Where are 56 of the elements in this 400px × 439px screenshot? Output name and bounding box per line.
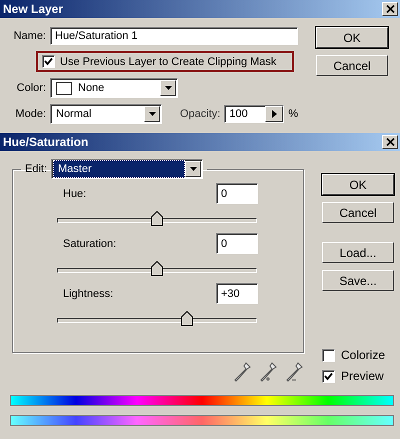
close-button[interactable] bbox=[382, 2, 398, 16]
checkbox[interactable] bbox=[42, 55, 55, 68]
slider[interactable] bbox=[57, 211, 257, 226]
ok-button[interactable]: OK bbox=[322, 174, 394, 195]
window-title: Hue/Saturation bbox=[3, 135, 90, 149]
close-icon bbox=[386, 5, 394, 13]
slider[interactable] bbox=[57, 261, 257, 276]
slider-label: Saturation: bbox=[63, 238, 116, 250]
checkbox[interactable] bbox=[322, 348, 335, 362]
eyedropper-icon[interactable] bbox=[234, 361, 252, 383]
slider-thumb[interactable] bbox=[181, 311, 193, 326]
mode-label: Mode: bbox=[14, 108, 46, 120]
color-dropdown[interactable]: None bbox=[50, 78, 178, 98]
slider-thumb[interactable] bbox=[151, 211, 163, 226]
check-icon bbox=[44, 57, 53, 66]
checkbox-label: Use Previous Layer to Create Clipping Mask bbox=[60, 56, 276, 68]
percent-label: % bbox=[288, 108, 298, 120]
checkbox-label: Preview bbox=[341, 369, 384, 383]
right-arrow-icon bbox=[272, 110, 277, 118]
cancel-button[interactable]: Cancel bbox=[322, 202, 394, 223]
clipping-mask-checkbox[interactable]: Use Previous Layer to Create Clipping Mask bbox=[36, 51, 294, 72]
close-button[interactable] bbox=[382, 135, 398, 149]
color-label: Color: bbox=[16, 82, 46, 94]
name-label: Name: bbox=[12, 30, 46, 42]
slider-label: Lightness: bbox=[63, 288, 114, 300]
close-icon bbox=[386, 138, 394, 146]
eyedropper-minus-icon[interactable] bbox=[286, 361, 304, 383]
preview-checkbox[interactable]: Preview bbox=[322, 369, 394, 383]
edit-dropdown[interactable]: Master bbox=[51, 159, 204, 179]
opacity-field[interactable]: 100 bbox=[224, 105, 284, 123]
save-button[interactable]: Save... bbox=[322, 270, 394, 291]
dropdown-arrow-icon bbox=[190, 167, 197, 171]
value-field[interactable]: +30 bbox=[216, 283, 258, 304]
name-field[interactable]: Hue/Saturation 1 bbox=[50, 27, 298, 45]
check-icon bbox=[324, 372, 333, 380]
opacity-label: Opacity: bbox=[180, 108, 220, 120]
window-title: New Layer bbox=[3, 2, 64, 16]
mode-dropdown[interactable]: Normal bbox=[50, 104, 162, 124]
ok-button[interactable]: OK bbox=[316, 27, 388, 48]
opacity-slider-button[interactable] bbox=[265, 106, 284, 122]
dropdown-arrow-icon bbox=[148, 112, 156, 116]
colorize-checkbox[interactable]: Colorize bbox=[322, 348, 394, 362]
slider-thumb[interactable] bbox=[151, 261, 163, 276]
slider-label: Hue: bbox=[63, 188, 86, 200]
color-swatch bbox=[56, 82, 72, 94]
edit-label: Edit: bbox=[25, 163, 48, 175]
checkbox-label: Colorize bbox=[341, 348, 386, 362]
cancel-button[interactable]: Cancel bbox=[316, 55, 388, 76]
value-field[interactable]: 0 bbox=[216, 183, 258, 204]
slider[interactable] bbox=[57, 311, 257, 326]
value-field[interactable]: 0 bbox=[216, 233, 258, 254]
eyedropper-plus-icon[interactable] bbox=[260, 361, 278, 383]
color-value: None bbox=[78, 82, 104, 94]
load-button[interactable]: Load... bbox=[322, 242, 394, 263]
dropdown-arrow-icon bbox=[164, 86, 172, 90]
checkbox[interactable] bbox=[322, 370, 335, 382]
